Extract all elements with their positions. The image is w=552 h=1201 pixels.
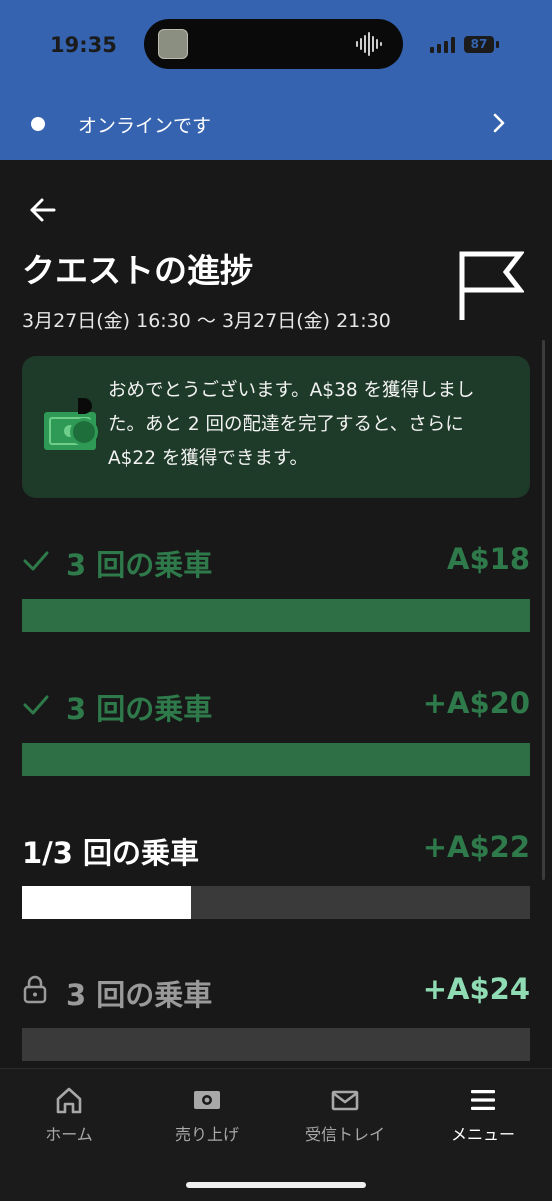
now-playing-thumbnail	[158, 29, 188, 59]
tab-label: メニュー	[450, 1125, 515, 1144]
check-icon	[23, 695, 49, 715]
battery-tip	[496, 41, 499, 48]
dynamic-island	[144, 19, 403, 69]
quest-label: 1/3 回の乗車	[22, 836, 200, 870]
date-range: 3月27日(金) 16:30 〜 3月27日(金) 21:30	[22, 310, 391, 332]
quest-reward: A$18	[447, 542, 530, 576]
top-banner: 19:35 87 オンラインです	[0, 0, 552, 160]
cash-reward-icon	[44, 398, 98, 450]
page-title: クエストの進捗	[22, 251, 253, 290]
quest-label: 3 回の乗車	[66, 692, 213, 726]
congrats-card: おめでとうございます。A$38 を獲得しました。あと 2 回の配達を完了すると、…	[22, 356, 530, 498]
online-status-text[interactable]: オンラインです	[78, 111, 211, 138]
quest-reward: +A$24	[422, 972, 530, 1006]
status-time: 19:35	[50, 33, 117, 57]
battery-icon: 87	[464, 36, 494, 53]
home-icon	[56, 1087, 82, 1114]
quest-item: 3 回の乗車 A$18	[22, 540, 530, 635]
tab-menu[interactable]: メニュー	[423, 1085, 543, 1145]
quest-reward: +A$20	[422, 686, 530, 720]
flag-icon	[459, 251, 524, 320]
tab-earnings[interactable]: 売り上げ	[147, 1085, 267, 1145]
quest-item: 3 回の乗車 +A$20	[22, 684, 530, 779]
back-arrow-icon[interactable]	[28, 196, 58, 224]
audio-wave-icon	[356, 32, 382, 56]
quest-progress-bar	[22, 743, 530, 776]
quest-label: 3 回の乗車	[66, 978, 213, 1012]
cellular-signal-icon	[430, 37, 455, 53]
mail-icon	[331, 1090, 359, 1111]
quest-progress-bar	[22, 599, 530, 632]
tab-label: ホーム	[45, 1125, 93, 1144]
congrats-message: おめでとうございます。A$38 を獲得しました。あと 2 回の配達を完了すると、…	[108, 380, 475, 469]
quest-progress-fill	[22, 743, 530, 776]
quest-progress-bar	[22, 886, 530, 919]
earnings-icon	[194, 1091, 220, 1109]
tab-inbox[interactable]: 受信トレイ	[285, 1085, 405, 1145]
quest-item: 1/3 回の乗車 +A$22	[22, 828, 530, 923]
quest-progress-fill	[22, 599, 530, 632]
chevron-right-icon[interactable]	[490, 112, 508, 134]
lock-icon	[23, 975, 47, 1004]
tab-home[interactable]: ホーム	[9, 1085, 129, 1145]
check-icon	[23, 551, 49, 571]
quest-item: 3 回の乗車 +A$24	[22, 970, 530, 1065]
menu-icon	[471, 1090, 495, 1110]
online-status-dot	[31, 117, 45, 131]
tab-label: 受信トレイ	[304, 1125, 385, 1144]
home-indicator	[186, 1182, 366, 1188]
quest-label: 3 回の乗車	[66, 548, 213, 582]
tab-label: 売り上げ	[174, 1125, 239, 1144]
quest-reward: +A$22	[422, 830, 530, 864]
quest-progress-bar	[22, 1028, 530, 1061]
quest-progress-fill	[22, 886, 192, 919]
scrollbar[interactable]	[542, 340, 545, 880]
